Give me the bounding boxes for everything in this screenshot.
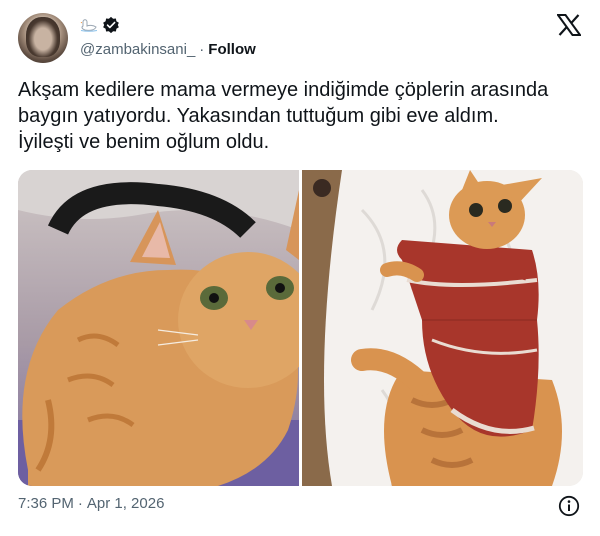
user-handle[interactable]: @zambakinsani_ <box>80 41 195 58</box>
swan-icon <box>80 19 98 32</box>
cat-in-sweater-photo[interactable] <box>302 170 583 486</box>
tweet-text-line: Akşam kedilere mama vermeye indiğimde çö… <box>18 79 549 101</box>
info-icon[interactable] <box>558 495 580 517</box>
tweet-text-line: baygın yatıyordu. Yakasından tuttuğum gi… <box>18 105 499 127</box>
tweet-time: 7:36 PM <box>18 495 74 512</box>
avatar[interactable] <box>18 13 68 63</box>
follow-button[interactable]: Follow <box>208 41 256 58</box>
handle-separator: · <box>199 41 205 58</box>
tweet-timestamp[interactable]: 7:36 PM · Apr 1, 2026 <box>18 495 164 512</box>
tweet-text-line: İyileşti ve benim oğlum oldu. <box>18 131 270 153</box>
timestamp-separator: · <box>77 495 83 512</box>
avatar-photo <box>26 17 60 57</box>
tweet-date: Apr 1, 2026 <box>86 495 165 512</box>
verified-icon <box>103 16 119 34</box>
kitten-photo-left[interactable] <box>18 170 299 486</box>
kitten-illustration <box>18 170 299 486</box>
cat-sweater-illustration <box>302 170 583 486</box>
tweet-media <box>18 170 583 486</box>
handle-row: @zambakinsani_ · Follow <box>80 41 256 58</box>
display-name-row[interactable] <box>80 14 120 36</box>
x-logo-icon[interactable] <box>557 14 581 36</box>
tweet-card: @zambakinsani_ · Follow Akşam kedilere m… <box>0 0 600 536</box>
tweet-text: Akşam kedilere mama vermeye indiğimde çö… <box>18 77 588 155</box>
